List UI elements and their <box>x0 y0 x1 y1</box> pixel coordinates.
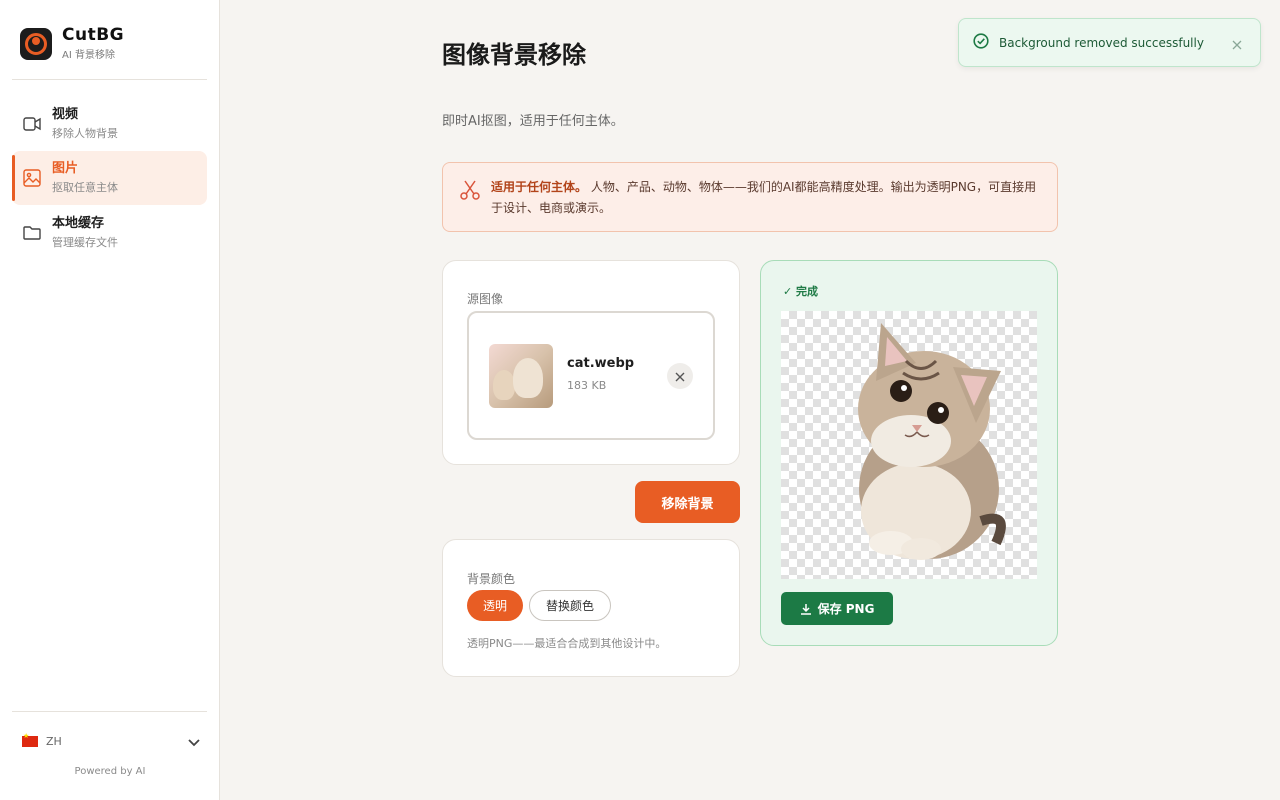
check-circle-icon <box>973 32 989 53</box>
folder-icon <box>22 223 42 243</box>
sidebar-item-title: 视频 <box>52 107 79 122</box>
sidebar-item-subtitle: 抠取任意主体 <box>52 181 118 194</box>
language-code: ZH <box>46 734 62 748</box>
success-toast: Background removed successfully <box>958 18 1261 67</box>
video-icon <box>22 114 42 134</box>
option-transparent[interactable]: 透明 <box>467 590 523 621</box>
china-flag-icon <box>22 732 38 747</box>
download-icon <box>800 603 811 615</box>
sidebar: CutBG AI 背景移除 视频 移除人物背景 图片 抠取任意主体 本地缓存 管… <box>0 0 220 800</box>
toast-close-button[interactable] <box>1232 35 1242 54</box>
brand-subtitle: AI 背景移除 <box>62 50 115 61</box>
source-card: 源图像 cat.webp 183 KB <box>442 260 740 465</box>
page-title: 图像背景移除 <box>442 41 586 69</box>
close-icon <box>675 367 685 386</box>
sidebar-item-video[interactable]: 视频 移除人物背景 <box>12 97 207 151</box>
chevron-down-icon <box>188 732 200 751</box>
save-png-label: 保存 PNG <box>817 602 875 616</box>
sidebar-item-image[interactable]: 图片 抠取任意主体 <box>12 151 207 205</box>
info-bold: 适用于任何主体。 <box>491 180 588 194</box>
source-label: 源图像 <box>467 292 504 306</box>
info-banner: 适用于任何主体。 人物、产品、动物、物体——我们的AI都能高精度处理。输出为透明… <box>442 162 1058 232</box>
sidebar-item-title: 图片 <box>52 161 79 176</box>
result-card: ✓ 完成 保存 PNG <box>760 260 1058 646</box>
file-thumbnail <box>489 344 553 408</box>
background-label: 背景颜色 <box>467 572 516 586</box>
sidebar-item-local-cache[interactable]: 本地缓存 管理缓存文件 <box>12 206 207 260</box>
file-name: cat.webp <box>567 356 635 371</box>
brand[interactable]: CutBG AI 背景移除 <box>20 26 124 61</box>
cutout-image <box>858 323 1006 560</box>
toast-message: Background removed successfully <box>999 35 1204 50</box>
page-subtitle: 即时AI抠图，适用于任何主体。 <box>442 114 624 129</box>
sidebar-item-subtitle: 移除人物背景 <box>52 127 118 140</box>
result-preview <box>781 311 1037 579</box>
divider <box>12 711 207 712</box>
scissors-icon <box>459 179 481 208</box>
option-replace-color[interactable]: 替换颜色 <box>529 590 611 621</box>
image-icon <box>22 168 42 188</box>
status-badge: ✓ 完成 <box>783 285 819 298</box>
powered-by: Powered by AI <box>74 766 146 777</box>
background-hint: 透明PNG——最适合合成到其他设计中。 <box>467 637 667 650</box>
brand-name: CutBG <box>62 25 125 45</box>
file-dropzone[interactable]: cat.webp 183 KB <box>467 311 715 440</box>
sidebar-item-title: 本地缓存 <box>52 216 105 231</box>
sidebar-item-subtitle: 管理缓存文件 <box>52 236 118 249</box>
remove-background-button[interactable]: 移除背景 <box>635 481 740 523</box>
language-selector[interactable]: ZH <box>22 731 200 751</box>
logo-icon <box>20 27 52 60</box>
save-png-button[interactable]: 保存 PNG <box>781 592 893 625</box>
background-card: 背景颜色 透明 替换颜色 透明PNG——最适合合成到其他设计中。 <box>442 539 740 677</box>
remove-file-button[interactable] <box>667 363 693 389</box>
close-icon <box>1232 40 1242 50</box>
file-size: 183 KB <box>567 379 607 392</box>
divider <box>12 79 207 80</box>
